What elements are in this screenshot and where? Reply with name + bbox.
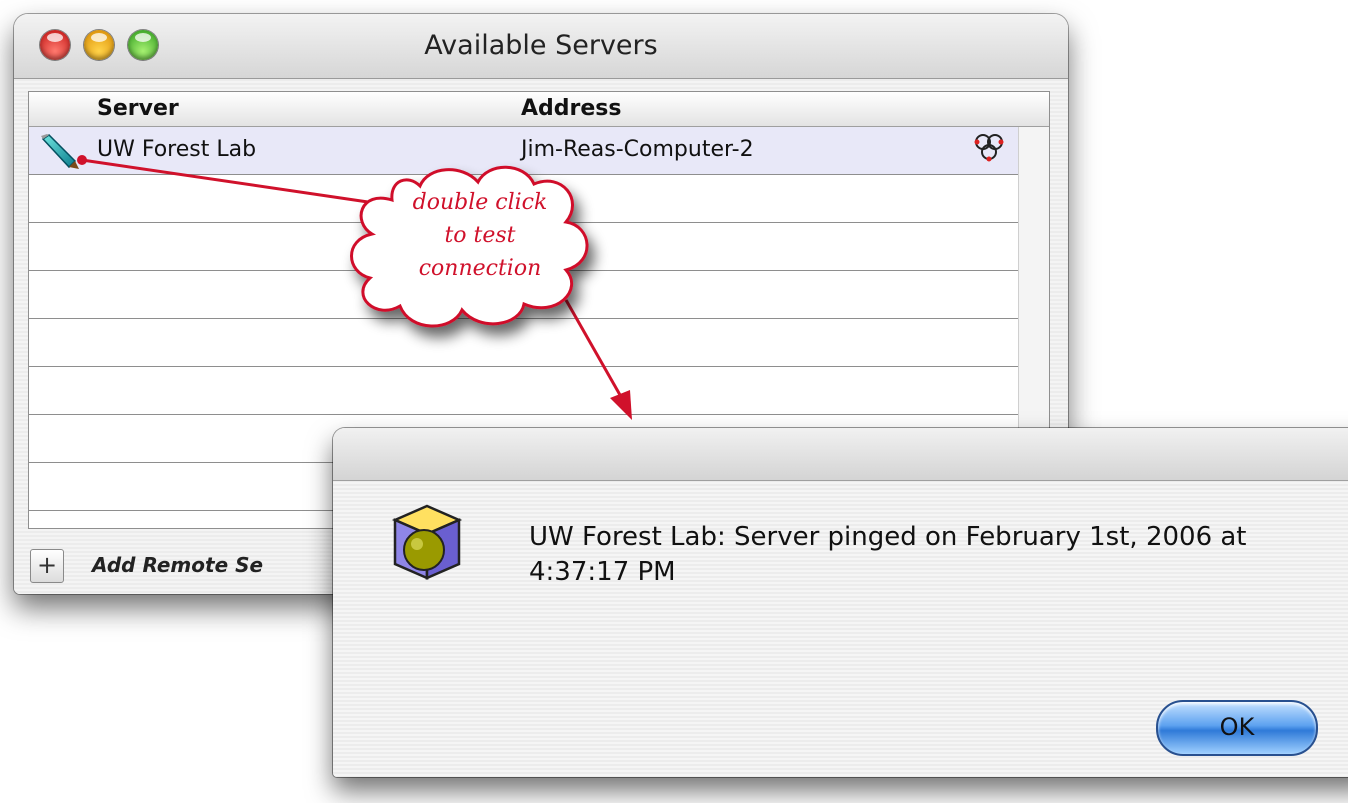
table-row[interactable] (29, 367, 1019, 415)
ok-button[interactable]: OK (1156, 700, 1318, 756)
table-row[interactable]: UW Forest Lab Jim-Reas-Computer-2 (29, 127, 1019, 175)
server-address-cell: Jim-Reas-Computer-2 (521, 137, 754, 162)
add-server-button[interactable]: + (30, 549, 64, 583)
callout-line-3: connection (418, 256, 542, 281)
callout-line-1: double click (412, 190, 548, 215)
add-remote-server-label[interactable]: Add Remote Se (92, 553, 263, 577)
column-header-server[interactable]: Server (97, 96, 179, 121)
server-cube-icon (391, 504, 463, 580)
table-header: Server Address (29, 92, 1049, 127)
table-row[interactable] (29, 319, 1019, 367)
title-bar[interactable]: Available Servers (14, 14, 1068, 79)
callout-line-2: to test (444, 223, 516, 248)
column-header-address[interactable]: Address (521, 96, 621, 121)
network-status-icon (974, 134, 1004, 162)
server-name-cell: UW Forest Lab (97, 137, 257, 162)
window-title: Available Servers (424, 30, 658, 61)
callout-text: double click to test connection (360, 186, 600, 285)
alert-message: UW Forest Lab: Server pinged on February… (529, 522, 1247, 587)
alert-title-bar[interactable] (333, 428, 1348, 481)
ping-alert-dialog: UW Forest Lab: Server pinged on February… (333, 428, 1348, 777)
feather-pen-icon (41, 134, 79, 169)
